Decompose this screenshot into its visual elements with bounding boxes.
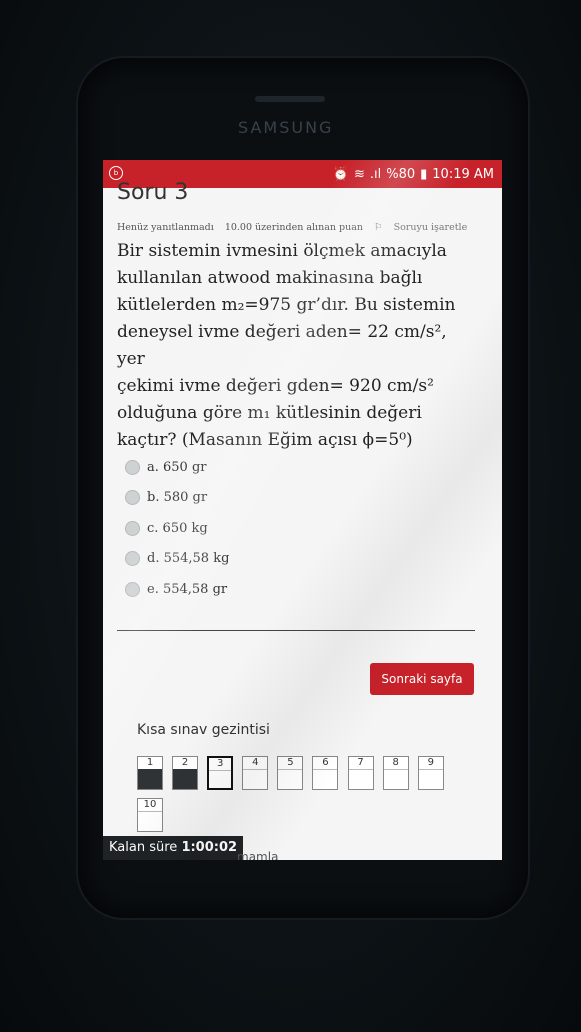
- nav-question-6[interactable]: 6: [312, 756, 339, 790]
- device-brand: SAMSUNG: [238, 118, 334, 137]
- signal-icon: .ıl: [369, 167, 382, 182]
- wifi-icon: ≋: [353, 167, 365, 182]
- nav-question-9[interactable]: 9: [417, 756, 444, 790]
- option-label: c. 650 kg: [147, 520, 208, 536]
- nav-question-4[interactable]: 4: [242, 756, 269, 790]
- timer-label: Kalan süre: [109, 840, 178, 855]
- phone-speaker: [255, 96, 325, 102]
- nav-question-8[interactable]: 8: [382, 756, 409, 790]
- question-text: Bir sistemin ivmesini ölçmek amacıyla ku…: [117, 238, 477, 454]
- finish-attempt-link[interactable]: mamla: [237, 850, 278, 860]
- question-meta: Henüz yanıtlanmadı 10.00 üzerinden alına…: [117, 222, 483, 233]
- nav-question-7[interactable]: 7: [347, 756, 374, 790]
- radio-button[interactable]: [125, 551, 140, 567]
- answered-marker: [138, 769, 162, 789]
- nav-number: 7: [348, 757, 373, 770]
- question-line: Bir sistemin ivmesini ölçmek amacıyla: [117, 241, 447, 261]
- question-line: kaçtır? (Masanın Eğim açısı ϕ=5⁰): [117, 430, 413, 450]
- question-title: Soru 3: [117, 180, 189, 205]
- flag-label: Soruyu işaretle: [393, 222, 468, 233]
- option-label: a. 650 gr: [147, 459, 207, 475]
- battery-icon: ▮: [420, 167, 428, 182]
- radio-button[interactable]: [125, 581, 140, 597]
- nav-question-2[interactable]: 2: [172, 756, 199, 790]
- nav-number: 4: [243, 757, 268, 770]
- nav-number: 5: [278, 757, 303, 770]
- option-b[interactable]: b. 580 gr: [125, 483, 229, 514]
- nav-number: 10: [138, 799, 162, 812]
- nav-number: 3: [209, 758, 232, 771]
- question-line: kullanılan atwood makinasına bağlı: [117, 268, 423, 288]
- radio-button[interactable]: [125, 459, 140, 475]
- option-label: d. 554,58 kg: [147, 551, 230, 567]
- flag-icon: ⚐: [374, 222, 383, 233]
- nav-question-1[interactable]: 1: [137, 756, 163, 790]
- notification-icon: b: [109, 166, 123, 180]
- nav-question-3[interactable]: 3: [207, 756, 234, 790]
- nav-question-10[interactable]: 10: [137, 798, 163, 832]
- flag-question-link[interactable]: ⚐ Soruyu işaretle: [374, 222, 475, 233]
- question-line: deneysel ivme değeri aden= 22 cm/s², yer: [117, 322, 447, 369]
- battery-percent: %80: [386, 167, 416, 182]
- time-remaining: Kalan süre 1:00:02: [103, 836, 244, 860]
- question-state: Henüz yanıtlanmadı: [117, 222, 214, 233]
- question-line: kütlelerden m₂=975 gr’dır. Bu sistemin: [117, 295, 456, 315]
- nav-number: 8: [383, 757, 408, 770]
- option-label: b. 580 gr: [147, 490, 208, 506]
- clock: 10:19 AM: [432, 167, 494, 182]
- nav-number: 9: [418, 757, 443, 770]
- option-d[interactable]: d. 554,58 kg: [125, 544, 229, 575]
- radio-button[interactable]: [125, 490, 140, 506]
- next-page-button[interactable]: Sonraki sayfa: [370, 663, 474, 695]
- nav-question-5[interactable]: 5: [277, 756, 304, 790]
- option-label: e. 554,58 gr: [147, 581, 228, 597]
- nav-number: 6: [313, 757, 338, 770]
- quiz-navigation-grid: 1 2 3 4 5 6 7 8 9 10: [137, 756, 457, 840]
- question-points: 10.00 üzerinden alınan puan: [224, 222, 363, 233]
- question-line: olduğuna göre m₁ kütlesinin değeri: [117, 403, 422, 423]
- question-line: çekimi ivme değeri gden= 920 cm/s²: [117, 376, 434, 396]
- option-a[interactable]: a. 650 gr: [125, 452, 229, 483]
- option-c[interactable]: c. 650 kg: [125, 513, 229, 544]
- status-icons: ⏰ ≋ .ıl %80 ▮ 10:19 AM: [333, 167, 494, 182]
- option-e[interactable]: e. 554,58 gr: [125, 574, 229, 605]
- screen: b ⏰ ≋ .ıl %80 ▮ 10:19 AM Soru 3 Henüz ya…: [103, 160, 502, 860]
- timer-value: 1:00:02: [181, 840, 238, 855]
- radio-button[interactable]: [125, 520, 140, 536]
- divider: [117, 630, 475, 631]
- answer-options: a. 650 gr b. 580 gr c. 650 kg d. 554,58 …: [125, 452, 229, 605]
- quiz-navigation-title: Kısa sınav gezintisi: [137, 722, 270, 738]
- answered-marker: [173, 769, 198, 789]
- alarm-icon: ⏰: [332, 167, 349, 182]
